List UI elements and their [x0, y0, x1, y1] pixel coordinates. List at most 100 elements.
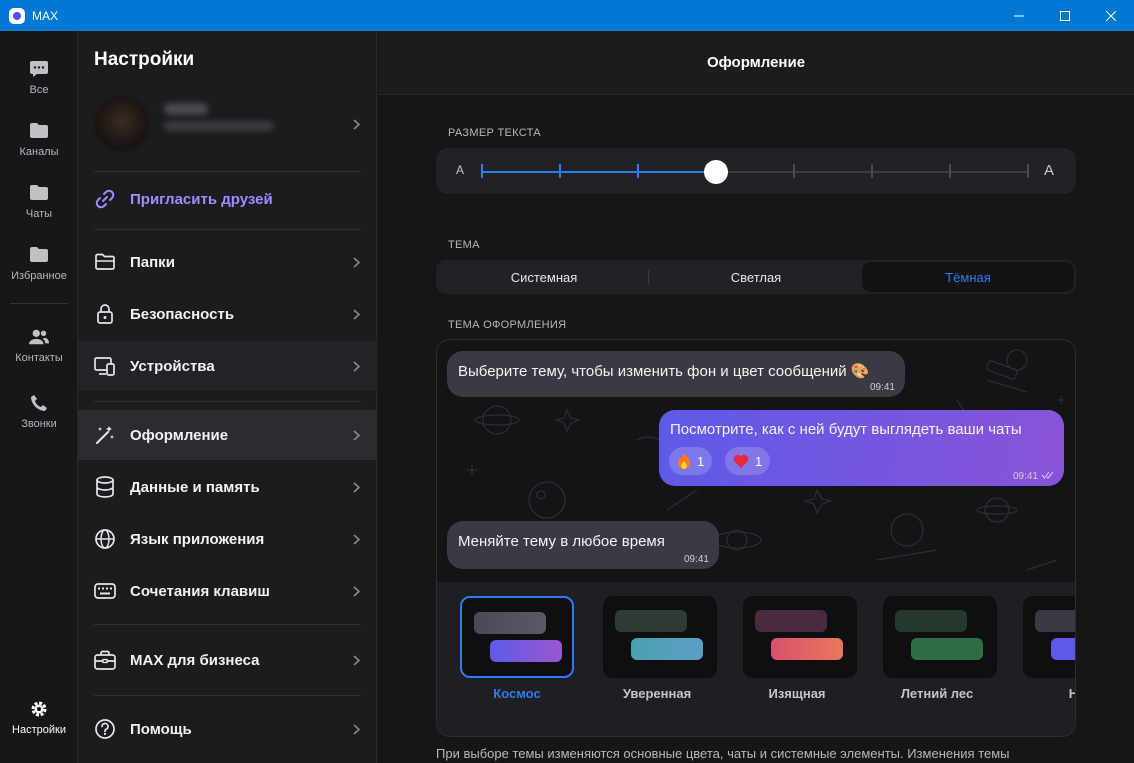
- settings-item-label: Папки: [130, 253, 175, 271]
- double-check-icon: [1041, 471, 1054, 479]
- divider: [94, 695, 361, 696]
- page-title: Оформление: [706, 54, 806, 71]
- profile-phone-blurred: [164, 121, 274, 131]
- theme-thumb-confident[interactable]: [603, 596, 717, 678]
- theme-name: Изящная: [768, 686, 826, 701]
- rail-label: Контакты: [15, 352, 63, 364]
- rail-item-channels[interactable]: Каналы: [0, 117, 78, 173]
- slider-tick: [871, 164, 873, 178]
- thumb-outgoing-bar: [771, 638, 843, 660]
- small-a-label: A: [456, 163, 465, 177]
- message-time: 09:41: [869, 382, 895, 393]
- settings-item-folders[interactable]: Папки: [78, 237, 377, 287]
- folder-icon: [29, 245, 49, 265]
- message-bubble-incoming: Выберите тему, чтобы изменить фон и цвет…: [447, 351, 905, 397]
- close-button[interactable]: [1088, 0, 1134, 31]
- settings-item-business[interactable]: MAX для бизнеса: [78, 635, 377, 685]
- appearance-panel: Оформление РАЗМЕР ТЕКСТА A A ТЕМА Систем…: [378, 31, 1134, 763]
- rail-label: Все: [29, 84, 49, 96]
- settings-item-data[interactable]: Данные и память: [78, 462, 377, 512]
- thumb-outgoing-bar: [1051, 638, 1075, 660]
- settings-item-appearance[interactable]: Оформление: [78, 410, 377, 460]
- slider-tick: [949, 164, 951, 178]
- rail-item-chats[interactable]: Чаты: [0, 179, 78, 235]
- reaction-heart[interactable]: 1: [725, 447, 771, 475]
- theme-thumb-elegant[interactable]: [743, 596, 857, 678]
- rail-item-contacts[interactable]: Контакты: [0, 323, 78, 379]
- contacts-icon: [29, 327, 49, 347]
- slider-track[interactable]: [481, 160, 1029, 184]
- profile-name-blurred: [164, 103, 208, 115]
- minimize-button[interactable]: [996, 0, 1042, 31]
- rail-label: Настройки: [12, 724, 66, 736]
- theme-option-system[interactable]: Системная: [438, 262, 650, 292]
- thumb-incoming-bar: [895, 610, 967, 632]
- devices-icon: [94, 355, 116, 377]
- large-a-label: A: [1044, 162, 1055, 179]
- rail-label: Звонки: [21, 418, 57, 430]
- phone-icon: [29, 393, 49, 413]
- chevron-right-icon: [351, 360, 361, 372]
- invite-friends-button[interactable]: Пригласить друзей: [78, 174, 377, 224]
- globe-icon: [94, 528, 116, 550]
- thumb-incoming-bar: [755, 610, 827, 632]
- main-header: Оформление: [378, 31, 1134, 95]
- rail-item-settings[interactable]: Настройки: [0, 695, 78, 751]
- divider: [94, 229, 361, 230]
- app-logo: [9, 7, 25, 24]
- rail-item-calls[interactable]: Звонки: [0, 389, 78, 445]
- segment-divider: [648, 270, 649, 284]
- heart-icon: [733, 454, 749, 468]
- settings-panel: Настройки Пригласить друзей Папки Безопа…: [78, 31, 377, 763]
- reaction-count: 1: [755, 453, 763, 469]
- theme-option-dark[interactable]: Тёмная: [862, 262, 1074, 292]
- settings-item-language[interactable]: Язык приложения: [78, 514, 377, 564]
- message-time: 09:41: [1012, 471, 1038, 482]
- text-size-slider[interactable]: A A: [436, 148, 1076, 194]
- settings-item-label: Сочетания клавиш: [130, 582, 270, 600]
- thumb-outgoing-bar: [631, 638, 703, 660]
- slider-tick: [481, 164, 483, 178]
- settings-item-label: Оформление: [130, 426, 229, 444]
- left-rail: Все Каналы Чаты Избранное Контакты Звонк…: [0, 31, 78, 763]
- folder-icon: [29, 121, 49, 141]
- profile-row[interactable]: [78, 91, 377, 171]
- rail-divider: [10, 303, 68, 304]
- slider-tick: [559, 164, 561, 178]
- theme-thumb-partial[interactable]: [1023, 596, 1075, 678]
- settings-item-shortcuts[interactable]: Сочетания клавиш: [78, 566, 377, 616]
- rail-item-favorites[interactable]: Избранное: [0, 241, 78, 297]
- message-text: Выберите тему, чтобы изменить фон и цвет…: [458, 363, 870, 380]
- folder-outline-icon: [94, 251, 116, 273]
- message-text: Меняйте тему в любое время: [458, 533, 665, 550]
- settings-item-devices[interactable]: Устройства: [78, 341, 377, 391]
- window-controls: [996, 0, 1134, 31]
- settings-item-security[interactable]: Безопасность: [78, 289, 377, 339]
- theme-segmented-control[interactable]: Системная Светлая Тёмная: [436, 260, 1076, 294]
- settings-title: Настройки: [94, 49, 195, 70]
- settings-item-help[interactable]: Помощь: [78, 704, 377, 754]
- message-time: 09:41: [683, 554, 709, 565]
- thumb-incoming-bar: [1035, 610, 1075, 632]
- chevron-right-icon: [351, 533, 361, 545]
- help-icon: [94, 718, 116, 740]
- reaction-fire[interactable]: 1: [669, 447, 713, 475]
- slider-knob[interactable]: [704, 160, 728, 184]
- chevron-right-icon: [351, 308, 361, 320]
- divider: [94, 624, 361, 625]
- rail-item-all[interactable]: Все: [0, 55, 78, 111]
- theme-thumb-summer-forest[interactable]: [883, 596, 997, 678]
- thumb-outgoing-bar: [911, 638, 983, 660]
- theme-option-light[interactable]: Светлая: [650, 262, 862, 292]
- theme-name: Летний лес: [900, 686, 974, 701]
- chat-bubble-icon: [29, 59, 49, 79]
- chat-preview: Выберите тему, чтобы изменить фон и цвет…: [437, 340, 1075, 582]
- settings-item-label: Данные и память: [130, 478, 260, 496]
- chevron-right-icon: [351, 723, 361, 735]
- maximize-button[interactable]: [1042, 0, 1088, 31]
- close-icon: [1106, 10, 1116, 21]
- database-icon: [94, 476, 116, 498]
- theme-thumb-kosmos[interactable]: [460, 596, 574, 678]
- rail-label: Избранное: [11, 270, 67, 282]
- message-bubble-outgoing: Посмотрите, как с ней будут выглядеть ва…: [659, 410, 1064, 486]
